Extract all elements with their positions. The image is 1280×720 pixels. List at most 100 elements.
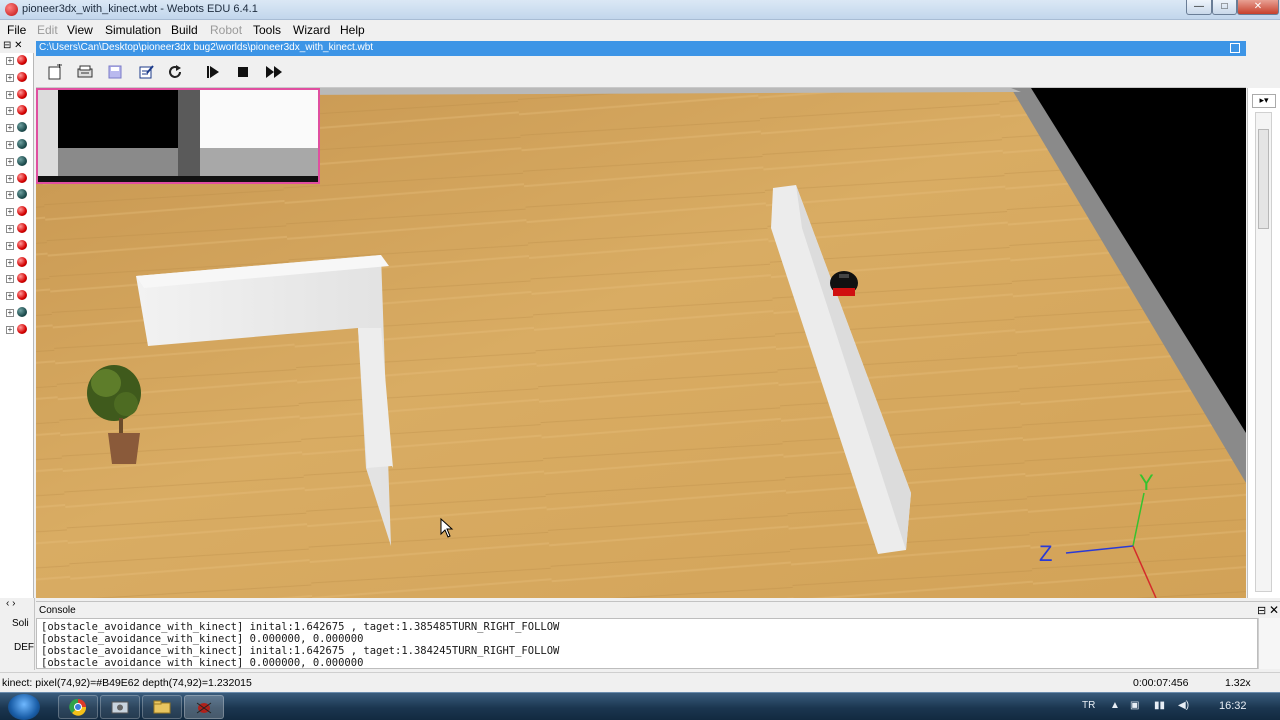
console-title: Console (39, 605, 76, 616)
scene-tree-node[interactable]: + (6, 54, 30, 68)
scene-tree-node[interactable]: + (6, 138, 30, 152)
open-button[interactable] (76, 63, 94, 81)
status-sim-time: 0:00:07:456 (1133, 677, 1189, 689)
scene-tree-node[interactable]: + (6, 121, 30, 135)
node-red-ball-icon (17, 206, 27, 217)
expand-icon[interactable]: + (6, 225, 14, 233)
expand-icon[interactable]: + (6, 325, 14, 334)
panel-toggle-icon[interactable]: ▸▾ (1252, 94, 1276, 108)
tray-network-icon[interactable]: ▣ (1130, 700, 1139, 711)
scene-tree-node[interactable]: + (6, 104, 30, 118)
node-dark-ball-icon (17, 122, 27, 133)
expand-icon[interactable]: + (6, 174, 14, 183)
edit-button[interactable] (137, 63, 155, 81)
scene-tree-node[interactable]: + (6, 88, 30, 102)
scene-tree-node[interactable]: + (6, 188, 30, 202)
menu-build[interactable]: Build (171, 23, 198, 37)
console-line: [obstacle_avoidance_with_kinect] inital:… (41, 645, 560, 657)
stop-button[interactable] (234, 63, 252, 81)
node-red-ball-icon (17, 172, 27, 183)
menu-edit[interactable]: Edit (37, 23, 58, 37)
taskbar: TR ▲ ▣ ▮▮ ◀) 16:32 (0, 692, 1280, 720)
scene-tree-node[interactable]: + (6, 272, 30, 286)
tab-solid[interactable]: Soli (12, 618, 29, 629)
tray-clock[interactable]: 16:32 (1219, 700, 1247, 712)
fast-forward-button[interactable] (265, 63, 283, 81)
expand-icon[interactable]: + (6, 157, 14, 166)
expand-icon[interactable]: + (6, 258, 14, 267)
minimize-button[interactable]: — (1186, 0, 1212, 15)
3d-viewport[interactable]: Y Z (36, 88, 1246, 598)
menu-view[interactable]: View (67, 23, 93, 37)
console-line: [obstacle_avoidance_with_kinect] 0.00000… (41, 633, 364, 645)
reload-button[interactable] (166, 63, 184, 81)
expand-icon[interactable]: + (6, 124, 14, 133)
console-restore-icon[interactable]: ⊟ (1257, 604, 1266, 617)
expand-icon[interactable]: + (6, 57, 14, 65)
scene-tree-node[interactable]: + (6, 205, 30, 219)
tray-language[interactable]: TR (1082, 700, 1095, 711)
taskbar-chrome[interactable] (58, 695, 98, 719)
scene-tree-node[interactable]: + (6, 222, 30, 236)
expand-icon[interactable]: + (6, 208, 14, 217)
step-button[interactable] (204, 63, 222, 81)
window-titlebar: pioneer3dx_with_kinect.wbt - Webots EDU … (0, 0, 1280, 20)
scene-tree-node[interactable]: + (6, 289, 30, 303)
menu-wizard[interactable]: Wizard (293, 23, 330, 37)
save-button[interactable] (106, 63, 124, 81)
vertical-scrollbar[interactable] (1255, 112, 1272, 592)
expand-icon[interactable]: + (6, 292, 14, 301)
taskbar-explorer[interactable] (100, 695, 140, 719)
expand-icon[interactable]: + (6, 309, 14, 317)
expand-icon[interactable]: + (6, 90, 14, 99)
webots-taskbar-icon (196, 702, 212, 714)
node-red-ball-icon (17, 290, 27, 301)
tray-signal-icon[interactable]: ▮▮ (1154, 700, 1165, 711)
tab-def[interactable]: DEF (14, 642, 34, 653)
menu-file[interactable]: File (7, 23, 26, 37)
mouse-cursor-icon (440, 518, 454, 538)
expand-icon[interactable]: + (6, 191, 14, 200)
scene-tree-node[interactable]: + (6, 155, 30, 169)
edit-icon (139, 65, 154, 79)
maximize-button[interactable]: □ (1212, 0, 1237, 15)
console-close-icon[interactable]: ✕ (1269, 603, 1279, 617)
scene-tree-node[interactable]: + (6, 71, 30, 85)
console-output[interactable]: [obstacle_avoidance_with_kinect] inital:… (36, 618, 1258, 669)
restore-view-icon[interactable] (1230, 43, 1240, 53)
scene-tree-node[interactable]: + (6, 239, 30, 253)
menu-simulation[interactable]: Simulation (105, 23, 161, 37)
scene-tree-header[interactable]: ⊟ ✕ (0, 39, 34, 53)
taskbar-webots[interactable] (184, 695, 224, 719)
menu-robot[interactable]: Robot (210, 23, 242, 37)
scrollbar-thumb[interactable] (1258, 129, 1269, 229)
scene-tree-node[interactable]: + (6, 306, 30, 320)
open-icon (77, 65, 93, 78)
reload-icon (169, 65, 181, 78)
left-bottom-panel: ‹ › Soli DEF (0, 598, 35, 670)
scene-tree-node[interactable]: + (6, 172, 30, 186)
start-button[interactable] (8, 694, 40, 720)
kinect-camera-overlay[interactable] (36, 88, 320, 184)
axis-y-label: Y (1139, 470, 1154, 495)
status-speed: 1.32x (1225, 677, 1251, 689)
menu-help[interactable]: Help (340, 23, 365, 37)
new-world-button[interactable] (46, 63, 64, 81)
expand-icon[interactable]: + (6, 275, 14, 284)
expand-icon[interactable]: + (6, 107, 14, 116)
node-red-ball-icon (17, 256, 27, 267)
scroll-arrows[interactable]: ‹ › (6, 598, 15, 609)
tray-volume-icon[interactable]: ◀) (1178, 700, 1189, 711)
close-button[interactable]: ✕ (1237, 0, 1279, 15)
scene-tree-node[interactable]: + (6, 323, 30, 337)
expand-icon[interactable]: + (6, 73, 14, 82)
console-scrollbar[interactable] (1258, 618, 1280, 669)
expand-icon[interactable]: + (6, 241, 14, 250)
tray-expand-icon[interactable]: ▲ (1110, 700, 1120, 711)
pioneer-robot[interactable] (830, 271, 858, 296)
scene-tree-node[interactable]: + (6, 256, 30, 270)
expand-icon[interactable]: + (6, 141, 14, 149)
menu-tools[interactable]: Tools (253, 23, 281, 37)
node-dark-ball-icon (17, 155, 27, 166)
taskbar-folder[interactable] (142, 695, 182, 719)
